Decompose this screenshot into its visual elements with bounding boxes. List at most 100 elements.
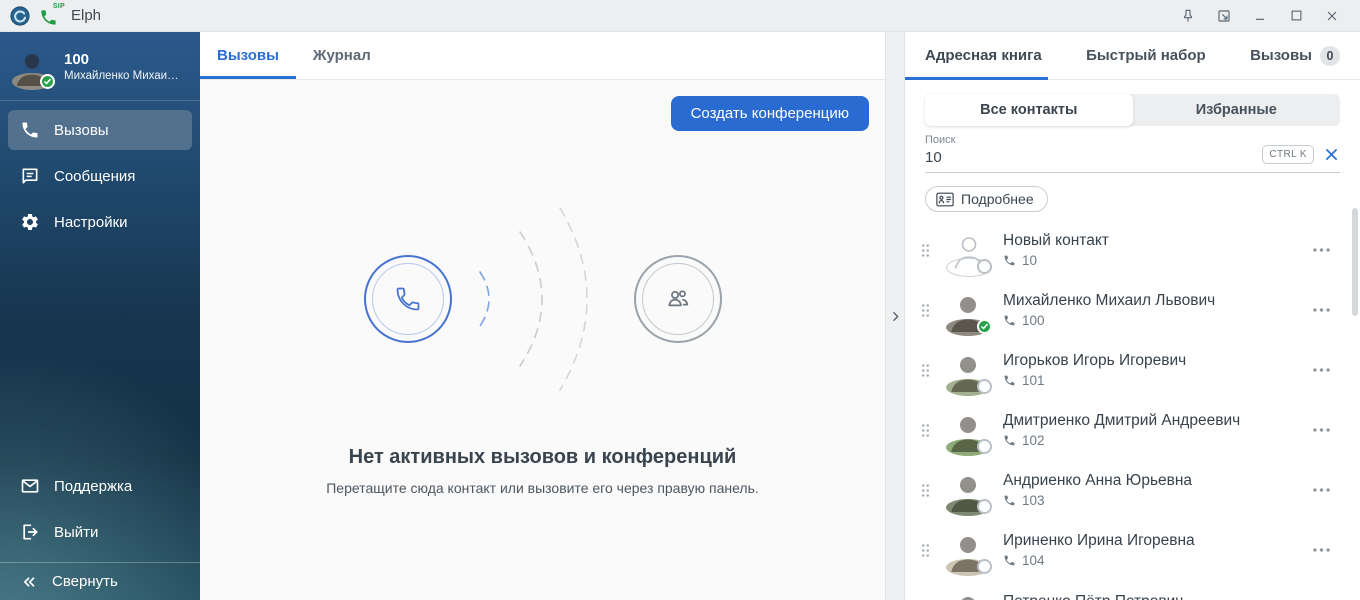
contact-name: Дмитриенко Дмитрий Андреевич xyxy=(1003,412,1301,430)
status-badge xyxy=(977,559,992,574)
phone-circle-icon xyxy=(364,255,452,343)
minimize-button[interactable] xyxy=(1246,4,1274,28)
panel-collapse-strip[interactable] xyxy=(885,32,905,600)
close-button[interactable] xyxy=(1318,4,1346,28)
user-profile[interactable]: 100 Михайленко Михаи… xyxy=(0,32,200,101)
drag-handle-icon[interactable] xyxy=(921,363,931,378)
contact-menu-button[interactable] xyxy=(1309,244,1334,256)
tab-calls-count[interactable]: Вызовы 0 xyxy=(1250,32,1340,79)
contact-number-row: 101 xyxy=(1003,373,1301,388)
pin-window-button[interactable] xyxy=(1174,4,1202,28)
collapse-sidebar-button[interactable]: Свернуть xyxy=(0,562,200,600)
user-extension: 100 xyxy=(64,50,179,70)
envelope-icon xyxy=(20,476,40,496)
sidebar-item-label: Настройки xyxy=(54,214,128,231)
empty-state-subtitle: Перетащите сюда контакт или вызовите его… xyxy=(326,480,759,496)
drag-handle-icon[interactable] xyxy=(921,543,931,558)
contacts-filter: Все контакты Избранные xyxy=(925,94,1340,126)
avatar xyxy=(946,468,990,512)
phone-icon xyxy=(1003,494,1016,507)
chevron-right-icon xyxy=(889,310,902,323)
scrollbar-thumb[interactable] xyxy=(1352,208,1358,316)
sidebar-nav: Вызовы Сообщения Настройки xyxy=(0,101,200,248)
contact-list: Новый контакт 10 Михайленко Михаил Львов… xyxy=(905,216,1360,600)
contact-row[interactable]: Петренко Пётр Петрович xyxy=(905,580,1360,600)
drag-handle-icon[interactable] xyxy=(921,243,931,258)
details-button[interactable]: Подробнее xyxy=(925,186,1048,212)
search-field: Поиск CTRL K xyxy=(925,134,1340,173)
sidebar-item-support[interactable]: Поддержка xyxy=(8,466,192,506)
contact-menu-button[interactable] xyxy=(1309,424,1334,436)
segment-all-contacts[interactable]: Все контакты xyxy=(925,94,1133,126)
tab-address-book[interactable]: Адресная книга xyxy=(925,32,1042,79)
contact-row[interactable]: Дмитриенко Дмитрий Андреевич 102 xyxy=(905,400,1360,460)
sidebar-item-label: Поддержка xyxy=(54,478,132,495)
contact-number-row: 10 xyxy=(1003,253,1301,268)
ripple-arcs-icon xyxy=(468,194,618,404)
sidebar-item-calls[interactable]: Вызовы xyxy=(8,110,192,150)
contact-info: Ириненко Ирина Игоревна 104 xyxy=(1003,532,1301,568)
sidebar: 100 Михайленко Михаи… Вызовы Сообщения xyxy=(0,32,200,600)
contact-row[interactable]: Игорьков Игорь Игоревич 101 xyxy=(905,340,1360,400)
sidebar-item-messages[interactable]: Сообщения xyxy=(8,156,192,196)
sip-label: SIP xyxy=(53,3,65,10)
phone-icon xyxy=(20,120,40,140)
avatar xyxy=(946,588,990,600)
popout-window-button[interactable] xyxy=(1210,4,1238,28)
conference-circle-icon xyxy=(634,255,722,343)
drag-handle-icon[interactable] xyxy=(921,423,931,438)
contact-number: 101 xyxy=(1022,373,1045,388)
contact-name: Андриенко Анна Юрьевна xyxy=(1003,472,1301,490)
contact-number: 102 xyxy=(1022,433,1045,448)
empty-state: Нет активных вызовов и конференций Перет… xyxy=(200,80,885,600)
titlebar: SIP Elph xyxy=(0,0,1360,32)
status-badge xyxy=(977,259,992,274)
search-input[interactable] xyxy=(925,149,1105,166)
tab-speed-dial[interactable]: Быстрый набор xyxy=(1086,32,1206,79)
calls-content: Создать конференцию xyxy=(200,80,885,600)
avatar xyxy=(946,288,990,332)
sidebar-item-logout[interactable]: Выйти xyxy=(8,512,192,552)
phone-icon xyxy=(1003,314,1016,327)
contact-row[interactable]: Михайленко Михаил Львович 100 xyxy=(905,280,1360,340)
main-area: Вызовы Журнал Создать конференцию xyxy=(200,32,885,600)
contact-menu-button[interactable] xyxy=(1309,544,1334,556)
search-label: Поиск xyxy=(925,134,1105,146)
tab-calls[interactable]: Вызовы xyxy=(200,32,296,79)
double-chevron-left-icon xyxy=(20,573,38,591)
drag-handle-icon[interactable] xyxy=(921,483,931,498)
empty-state-graphic xyxy=(364,194,722,404)
sidebar-item-label: Сообщения xyxy=(54,168,135,185)
app-window: SIP Elph xyxy=(0,0,1360,600)
contact-number-row: 102 xyxy=(1003,433,1301,448)
contact-name: Петренко Пётр Петрович xyxy=(1003,593,1301,600)
chat-icon xyxy=(20,166,40,186)
drag-handle-icon[interactable] xyxy=(921,303,931,318)
avatar xyxy=(946,408,990,452)
contact-row[interactable]: Андриенко Анна Юрьевна 103 xyxy=(905,460,1360,520)
contact-info: Андриенко Анна Юрьевна 103 xyxy=(1003,472,1301,508)
contact-menu-button[interactable] xyxy=(1309,304,1334,316)
avatar xyxy=(946,348,990,392)
contact-name: Новый контакт xyxy=(1003,232,1301,250)
contact-menu-button[interactable] xyxy=(1309,364,1334,376)
status-badge xyxy=(977,439,992,454)
contact-info: Новый контакт 10 xyxy=(1003,232,1301,268)
contact-row[interactable]: Ириненко Ирина Игоревна 104 xyxy=(905,520,1360,580)
sidebar-item-settings[interactable]: Настройки xyxy=(8,202,192,242)
phone-icon xyxy=(1003,374,1016,387)
clear-search-button[interactable] xyxy=(1323,146,1340,163)
tab-journal[interactable]: Журнал xyxy=(296,32,388,79)
maximize-button[interactable] xyxy=(1282,4,1310,28)
gear-icon xyxy=(20,212,40,232)
avatar xyxy=(946,528,990,572)
contact-info: Петренко Пётр Петрович xyxy=(1003,593,1301,600)
contact-menu-button[interactable] xyxy=(1309,484,1334,496)
empty-state-title: Нет активных вызовов и конференций xyxy=(349,446,737,469)
contact-name: Михайленко Михаил Львович xyxy=(1003,292,1301,310)
main-tabbar: Вызовы Журнал xyxy=(200,32,885,80)
contact-row[interactable]: Новый контакт 10 xyxy=(905,220,1360,280)
avatar xyxy=(12,46,52,86)
contacts-panel: Адресная книга Быстрый набор Вызовы 0 Вс… xyxy=(905,32,1360,600)
segment-favorites[interactable]: Избранные xyxy=(1133,94,1341,126)
